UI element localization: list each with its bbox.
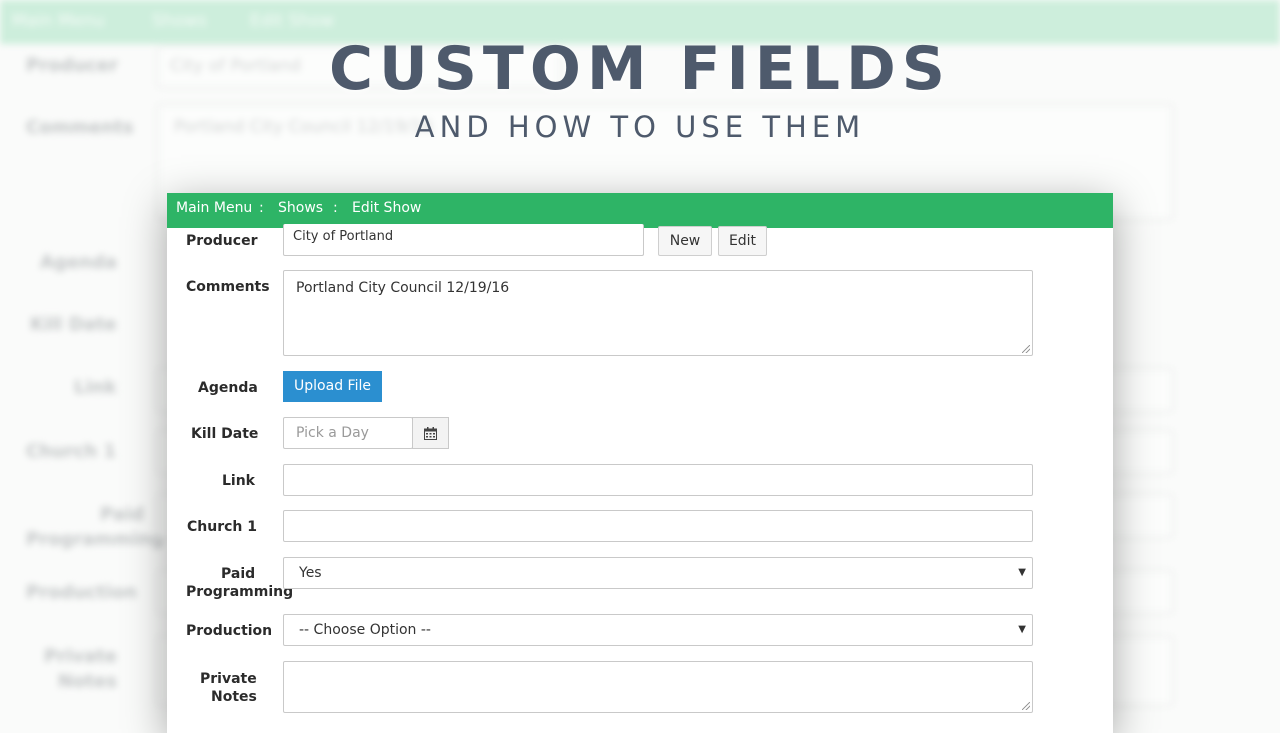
overlay-title: CUSTOM FIELDS xyxy=(328,34,952,104)
resize-handle-icon[interactable] xyxy=(1022,345,1030,353)
kill-date-placeholder: Pick a Day xyxy=(296,425,369,441)
calendar-button[interactable] xyxy=(412,417,449,449)
paid-programming-label-line2: Programming xyxy=(186,584,294,600)
resize-handle-icon[interactable] xyxy=(1022,702,1030,710)
bg-label-killdate: Kill Date xyxy=(30,314,117,335)
breadcrumb-main-menu[interactable]: Main Menu xyxy=(176,193,252,223)
chevron-down-icon: ▼ xyxy=(1018,567,1026,578)
breadcrumb-shows[interactable]: Shows xyxy=(278,193,323,223)
producer-value: City of Portland xyxy=(293,229,394,244)
bg-label-paid1: Paid xyxy=(100,504,144,525)
private-notes-textarea[interactable] xyxy=(283,661,1033,713)
comments-label: Comments xyxy=(186,279,270,295)
agenda-label: Agenda xyxy=(198,380,258,396)
breadcrumb: Main Menu : Shows : Edit Show xyxy=(167,193,1113,228)
breadcrumb-separator: : xyxy=(259,200,264,216)
kill-date-label: Kill Date xyxy=(191,426,259,442)
kill-date-input[interactable]: Pick a Day xyxy=(283,417,413,449)
link-input[interactable] xyxy=(283,464,1033,496)
comments-textarea[interactable]: Portland City Council 12/19/16 xyxy=(283,270,1033,356)
edit-show-card: Main Menu : Shows : Edit Show Producer C… xyxy=(167,193,1113,733)
bg-label-agenda: Agenda xyxy=(40,252,117,273)
production-select[interactable]: -- Choose Option -- ▼ xyxy=(283,614,1033,646)
upload-file-button[interactable]: Upload File xyxy=(283,371,382,402)
bg-label-link: Link xyxy=(74,377,117,398)
production-label: Production xyxy=(186,623,273,639)
producer-field[interactable]: City of Portland xyxy=(283,224,644,256)
new-producer-button[interactable]: New xyxy=(658,226,712,256)
paid-programming-select[interactable]: Yes ▼ xyxy=(283,557,1033,589)
edit-producer-button[interactable]: Edit xyxy=(718,226,767,256)
bg-crumb-edit: Edit Show xyxy=(250,11,335,31)
chevron-down-icon: ▼ xyxy=(1018,624,1026,635)
private-notes-label-line2: Notes xyxy=(211,689,257,705)
bg-label-church: Church 1 xyxy=(26,441,116,462)
bg-label-private2: Notes xyxy=(58,671,117,692)
comments-value: Portland City Council 12/19/16 xyxy=(296,280,510,296)
bg-label-private1: Private xyxy=(44,646,117,667)
breadcrumb-edit-show: Edit Show xyxy=(352,200,422,216)
production-value: -- Choose Option -- xyxy=(299,622,431,638)
church1-input[interactable] xyxy=(283,510,1033,542)
paid-programming-label-line1: Paid xyxy=(221,566,256,582)
calendar-icon xyxy=(424,426,437,440)
bg-label-paid2: Programming xyxy=(26,529,164,550)
bg-crumb-shows: Shows xyxy=(152,11,207,31)
breadcrumb-separator: : xyxy=(333,200,338,216)
bg-label-production: Production xyxy=(26,582,137,603)
paid-programming-value: Yes xyxy=(299,565,322,581)
overlay-subtitle: AND HOW TO USE THEM xyxy=(414,110,866,144)
producer-label: Producer xyxy=(186,233,258,249)
church1-label: Church 1 xyxy=(187,519,257,535)
link-label: Link xyxy=(222,473,255,489)
private-notes-label-line1: Private xyxy=(200,671,257,687)
bg-crumb-main: Main Menu xyxy=(12,11,105,31)
